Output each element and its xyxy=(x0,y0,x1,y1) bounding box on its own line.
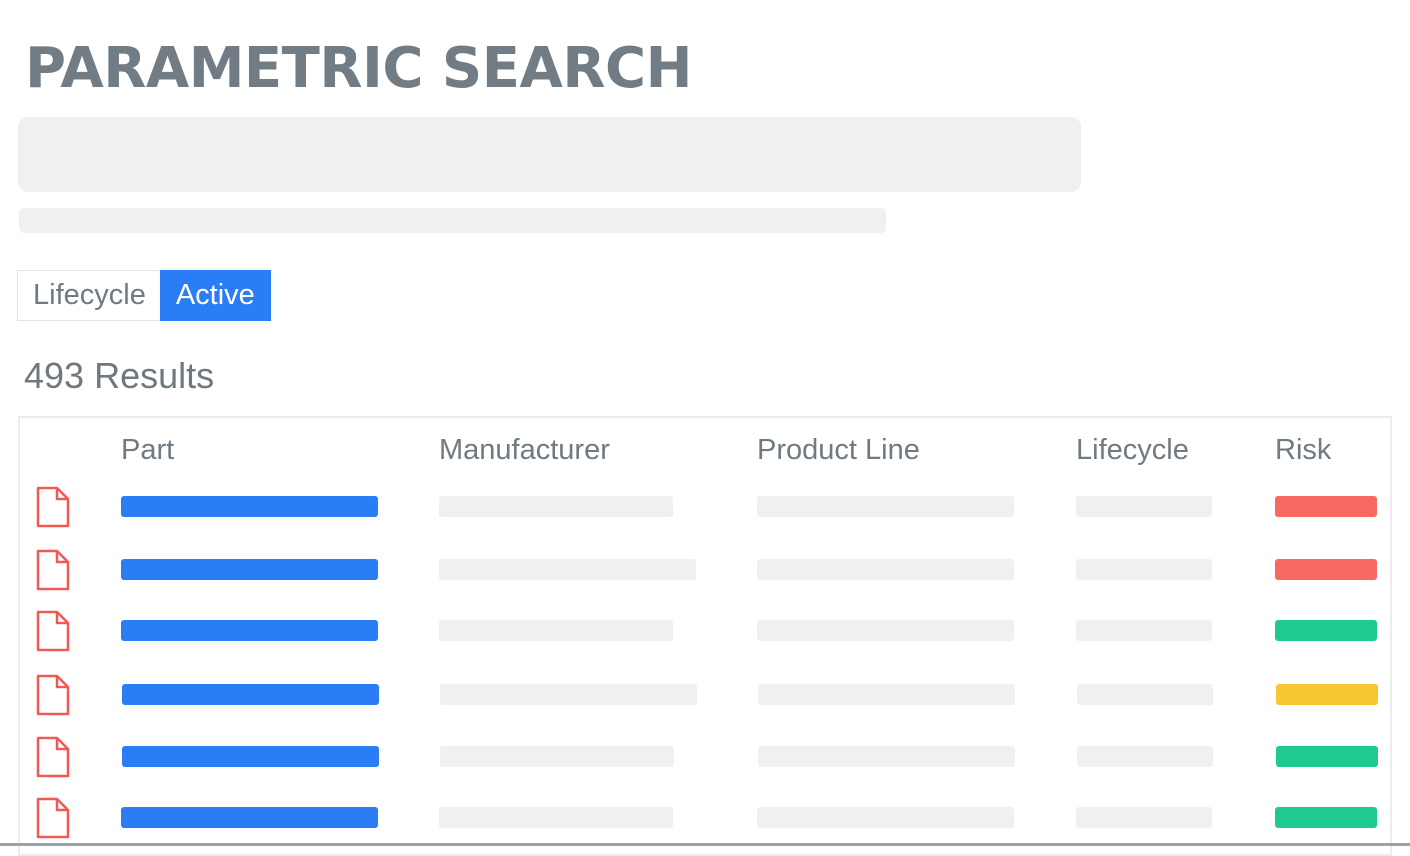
page-title: PARAMETRIC SEARCH xyxy=(25,36,692,101)
risk-indicator-low xyxy=(1276,746,1378,767)
search-hint-placeholder xyxy=(19,208,886,233)
document-icon[interactable] xyxy=(36,736,70,778)
manufacturer-cell xyxy=(440,746,674,767)
part-number-link[interactable] xyxy=(122,684,379,705)
document-icon[interactable] xyxy=(36,610,70,652)
filter-label: Lifecycle xyxy=(18,271,160,320)
column-header-risk[interactable]: Risk xyxy=(1275,432,1331,468)
risk-indicator-low xyxy=(1275,620,1377,641)
product-line-cell xyxy=(758,746,1015,767)
results-count: 493 Results xyxy=(24,355,215,396)
lifecycle-filter-chip[interactable]: Lifecycle Active xyxy=(17,270,271,321)
column-header-product-line[interactable]: Product Line xyxy=(757,432,920,468)
manufacturer-cell xyxy=(439,559,696,580)
column-header-manufacturer[interactable]: Manufacturer xyxy=(439,432,610,468)
lifecycle-cell xyxy=(1076,559,1212,580)
part-number-link[interactable] xyxy=(121,620,378,641)
manufacturer-cell xyxy=(439,496,673,517)
search-input[interactable] xyxy=(18,117,1081,192)
column-header-part[interactable]: Part xyxy=(121,432,174,468)
document-icon[interactable] xyxy=(36,486,70,528)
part-number-link[interactable] xyxy=(121,807,378,828)
filter-value[interactable]: Active xyxy=(159,270,271,321)
risk-indicator-high xyxy=(1275,496,1377,517)
manufacturer-cell xyxy=(439,620,673,641)
part-number-link[interactable] xyxy=(122,746,379,767)
product-line-cell xyxy=(757,496,1014,517)
risk-indicator-low xyxy=(1275,807,1377,828)
part-number-link[interactable] xyxy=(121,496,378,517)
part-number-link[interactable] xyxy=(121,559,378,580)
manufacturer-cell xyxy=(440,684,697,705)
product-line-cell xyxy=(757,620,1014,641)
lifecycle-cell xyxy=(1077,684,1213,705)
lifecycle-cell xyxy=(1076,496,1212,517)
document-icon[interactable] xyxy=(36,797,70,839)
product-line-cell xyxy=(757,807,1014,828)
product-line-cell xyxy=(757,559,1014,580)
manufacturer-cell xyxy=(439,807,673,828)
document-icon[interactable] xyxy=(36,549,70,591)
document-icon[interactable] xyxy=(36,674,70,716)
column-header-lifecycle[interactable]: Lifecycle xyxy=(1076,432,1189,468)
lifecycle-cell xyxy=(1076,807,1212,828)
product-line-cell xyxy=(758,684,1015,705)
lifecycle-cell xyxy=(1077,746,1213,767)
risk-indicator-medium xyxy=(1276,684,1378,705)
risk-indicator-high xyxy=(1275,559,1377,580)
lifecycle-cell xyxy=(1076,620,1212,641)
